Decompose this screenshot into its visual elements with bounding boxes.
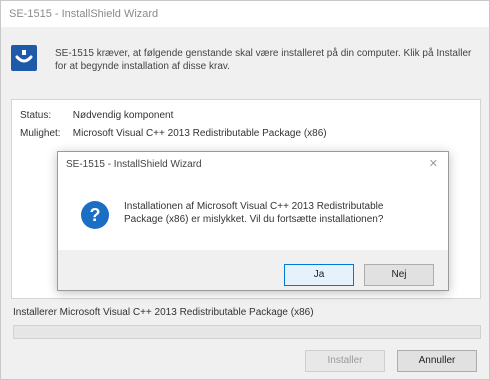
status-row: Status: Nødvendig komponent bbox=[20, 110, 173, 121]
installshield-logo-icon bbox=[11, 45, 37, 71]
error-dialog: SE-1515 - InstallShield Wizard ✕ ? Insta… bbox=[57, 151, 449, 291]
package-label: Mulighet: bbox=[20, 128, 61, 139]
question-icon: ? bbox=[81, 201, 109, 229]
package-row: Mulighet: Microsoft Visual C++ 2013 Redi… bbox=[20, 128, 327, 139]
no-button[interactable]: Nej bbox=[364, 264, 434, 286]
status-value: Nødvendig komponent bbox=[72, 110, 174, 121]
header-description: SE-1515 kræver, at følgende genstande sk… bbox=[55, 48, 472, 72]
dialog-message: Installationen af Microsoft Visual C++ 2… bbox=[124, 201, 384, 225]
installer-window: SE-1515 - InstallShield Wizard SE-1515 k… bbox=[0, 0, 490, 380]
status-label: Status: bbox=[20, 110, 52, 121]
window-title: SE-1515 - InstallShield Wizard bbox=[9, 8, 159, 20]
yes-button[interactable]: Ja bbox=[284, 264, 354, 286]
progress-bar bbox=[13, 325, 481, 339]
close-icon[interactable]: ✕ bbox=[429, 157, 438, 170]
package-value: Microsoft Visual C++ 2013 Redistributabl… bbox=[72, 128, 327, 139]
cancel-button[interactable]: Annuller bbox=[397, 350, 477, 372]
title-bar: SE-1515 - InstallShield Wizard bbox=[1, 1, 489, 27]
dialog-title: SE-1515 - InstallShield Wizard bbox=[66, 159, 202, 170]
install-button[interactable]: Installer bbox=[305, 350, 385, 372]
svg-text:?: ? bbox=[90, 205, 101, 225]
progress-label: Installerer Microsoft Visual C++ 2013 Re… bbox=[13, 307, 314, 318]
header-area: SE-1515 kræver, at følgende genstande sk… bbox=[1, 27, 489, 89]
